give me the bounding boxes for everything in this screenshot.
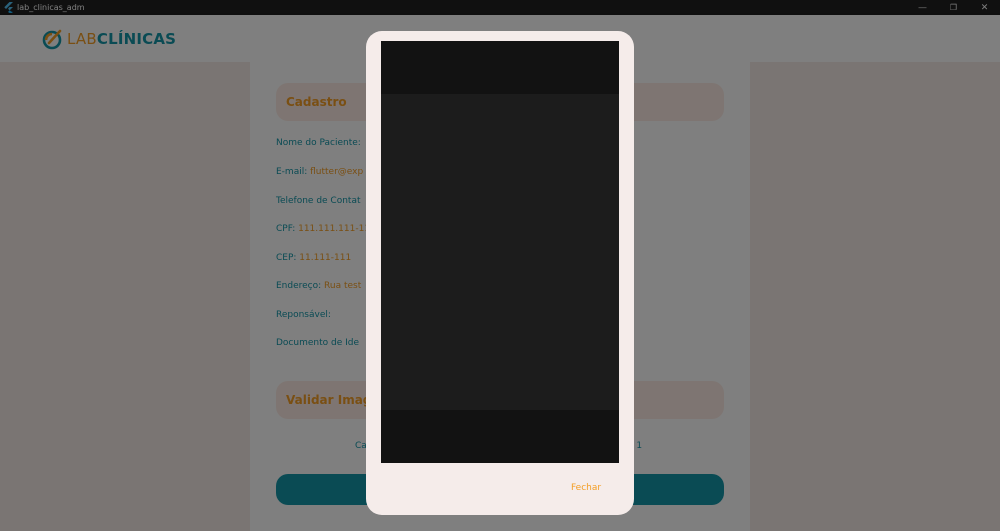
image-preview-content	[381, 94, 619, 410]
image-preview-dialog: Fechar	[366, 31, 634, 515]
image-preview	[381, 41, 619, 463]
close-dialog-button[interactable]: Fechar	[571, 483, 601, 493]
